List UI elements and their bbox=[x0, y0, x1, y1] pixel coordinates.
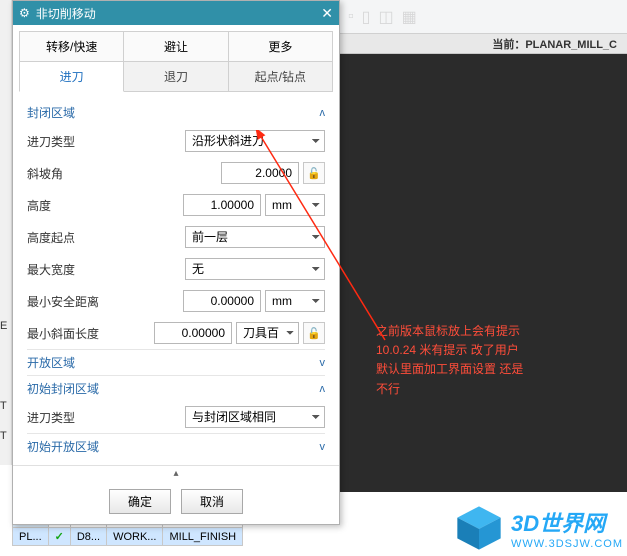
engage-type2-label: 进刀类型 bbox=[27, 409, 112, 426]
watermark-logo: 3D世界网 WWW.3DSJW.COM bbox=[453, 502, 623, 554]
engage-type-label: 进刀类型 bbox=[27, 133, 112, 150]
section-open-region[interactable]: 开放区域 v bbox=[27, 349, 325, 375]
min-ramp-unit-select[interactable]: 刀具百 bbox=[236, 322, 299, 344]
sub-tab-row: 进刀 退刀 起点/钻点 bbox=[19, 62, 333, 92]
ramp-angle-input[interactable] bbox=[221, 162, 299, 184]
min-safe-input[interactable] bbox=[183, 290, 261, 312]
tab-transfer[interactable]: 转移/快速 bbox=[19, 31, 124, 61]
ramp-angle-label: 斜坡角 bbox=[27, 165, 112, 182]
note-line: 不行 bbox=[376, 380, 586, 399]
tab-retract[interactable]: 退刀 bbox=[124, 62, 228, 92]
rail-tab[interactable]: T bbox=[0, 400, 7, 412]
engage-type-select[interactable]: 沿形状斜进刀 bbox=[185, 130, 325, 152]
left-rail: E T T bbox=[0, 0, 12, 465]
top-tab-row: 转移/快速 避让 更多 bbox=[19, 31, 333, 62]
height-label: 高度 bbox=[27, 197, 112, 214]
logo-url: WWW.3DSJW.COM bbox=[511, 538, 623, 550]
min-ramp-label: 最小斜面长度 bbox=[27, 325, 112, 342]
dialog-title: 非切削移动 bbox=[36, 5, 96, 22]
cancel-button[interactable]: 取消 bbox=[181, 489, 243, 514]
section-title: 初始封闭区域 bbox=[27, 380, 99, 397]
tab-more[interactable]: 更多 bbox=[229, 31, 333, 61]
collapse-handle[interactable]: ▴ bbox=[13, 465, 339, 481]
note-line: 10.0.24 米有提示 改了用户 bbox=[376, 341, 586, 360]
ok-button[interactable]: 确定 bbox=[109, 489, 171, 514]
close-icon[interactable]: ✕ bbox=[321, 5, 333, 22]
logo-title: 3D世界网 bbox=[511, 506, 623, 538]
rail-tab[interactable]: T bbox=[0, 430, 7, 442]
height-input[interactable] bbox=[183, 194, 261, 216]
height-start-label: 高度起点 bbox=[27, 229, 112, 246]
engage-type2-select[interactable]: 与封闭区域相同 bbox=[185, 406, 325, 428]
table-row: PL...✓D8...WORK...MILL_FINISH bbox=[13, 528, 243, 546]
rail-tab[interactable]: E bbox=[0, 320, 7, 332]
noncutting-moves-dialog: ⚙ 非切削移动 ✕ 转移/快速 避让 更多 进刀 退刀 起点/钻点 封闭区域ʌ … bbox=[12, 0, 340, 525]
max-width-label: 最大宽度 bbox=[27, 261, 112, 278]
section-title: 封闭区域 bbox=[27, 104, 75, 121]
toolbar-icon[interactable]: ▫ bbox=[348, 8, 354, 26]
max-width-select[interactable]: 无 bbox=[185, 258, 325, 280]
section-closed-region[interactable]: 封闭区域 ʌ bbox=[27, 100, 325, 125]
graphics-viewport[interactable] bbox=[340, 54, 627, 492]
note-line: 之前版本鼠标放上会有提示 bbox=[376, 322, 586, 341]
toolbar-icon[interactable]: ▦ bbox=[402, 7, 417, 27]
cube-icon bbox=[453, 502, 505, 554]
toolbar-icon[interactable]: ◫ bbox=[378, 7, 393, 27]
section-title: 开放区域 bbox=[27, 354, 75, 371]
chevron-down-icon: v bbox=[320, 357, 326, 369]
tab-startdrill[interactable]: 起点/钻点 bbox=[229, 62, 333, 92]
chevron-up-icon: ʌ bbox=[320, 107, 326, 119]
height-unit-select[interactable]: mm bbox=[265, 194, 325, 216]
lock-icon[interactable]: 🔓 bbox=[303, 162, 325, 184]
dialog-buttons: 确定 取消 bbox=[13, 481, 339, 524]
gear-icon[interactable]: ⚙ bbox=[19, 6, 30, 20]
section-initial-closed[interactable]: 初始封闭区域 ʌ bbox=[27, 375, 325, 401]
section-initial-open[interactable]: 初始开放区域 v bbox=[27, 433, 325, 459]
min-ramp-input[interactable] bbox=[154, 322, 232, 344]
dialog-titlebar[interactable]: ⚙ 非切削移动 ✕ bbox=[13, 1, 339, 25]
current-label: 当前： bbox=[492, 39, 525, 51]
annotation-text: 之前版本鼠标放上会有提示 10.0.24 米有提示 改了用户 默认里面加工界面设… bbox=[376, 322, 586, 399]
min-safe-label: 最小安全距离 bbox=[27, 293, 112, 310]
lock-icon[interactable]: 🔓 bbox=[303, 322, 325, 344]
note-line: 默认里面加工界面设置 还是 bbox=[376, 360, 586, 379]
min-safe-unit-select[interactable]: mm bbox=[265, 290, 325, 312]
toolbar-icon[interactable]: ▯ bbox=[362, 7, 371, 27]
tab-engage[interactable]: 进刀 bbox=[19, 62, 124, 92]
height-start-select[interactable]: 前一层 bbox=[185, 226, 325, 248]
context-bar: 当前：PLANAR_MILL_C bbox=[340, 34, 627, 54]
toolbar: ▫ ▯ ◫ ▦ bbox=[340, 0, 627, 34]
chevron-up-icon: ʌ bbox=[320, 383, 326, 395]
section-title: 初始开放区域 bbox=[27, 438, 99, 455]
current-value: PLANAR_MILL_C bbox=[525, 39, 617, 51]
chevron-down-icon: v bbox=[320, 441, 326, 453]
tab-avoidance[interactable]: 避让 bbox=[124, 31, 228, 61]
